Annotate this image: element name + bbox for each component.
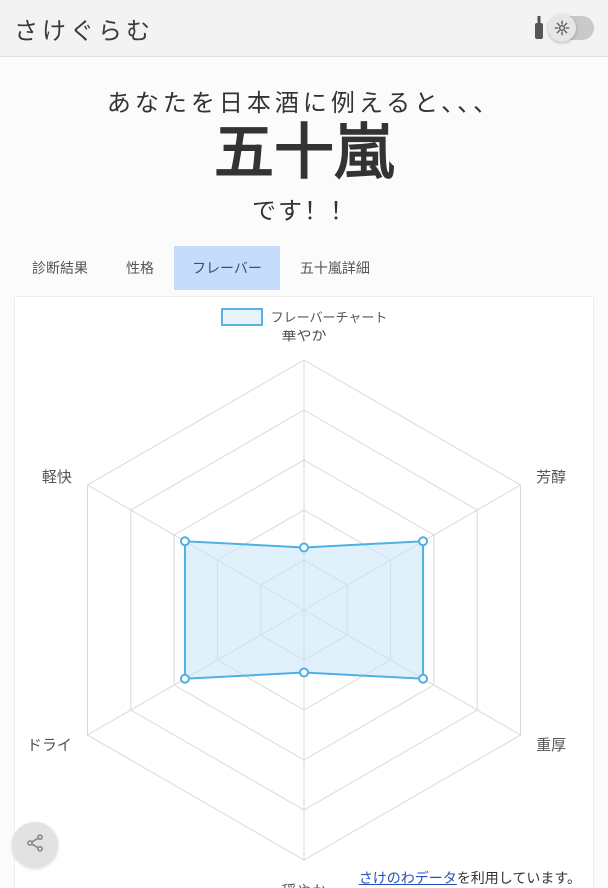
data-point	[419, 537, 427, 545]
legend-label: フレーバーチャート	[271, 307, 388, 326]
theme-toggle[interactable]	[550, 16, 594, 40]
data-polygon	[185, 541, 423, 679]
tab-personality[interactable]: 性格	[108, 246, 172, 290]
chart-card: フレーバーチャート 華やか芳醇重厚穏やか ドライ 軽快 さけのわデータを利用していま…	[14, 296, 594, 888]
data-point	[300, 544, 308, 552]
axis-label: 芳醇	[536, 469, 566, 486]
data-point	[181, 537, 189, 545]
tabs: 診断結果 性格 フレーバー 五十嵐詳細	[0, 246, 608, 290]
hero-intro: あなたを日本酒に例えると、、、	[10, 83, 598, 118]
radar-chart: 華やか芳醇重厚穏やか ドライ 軽快	[23, 330, 585, 888]
legend-swatch	[221, 308, 263, 326]
sake-bottle-icon	[534, 16, 544, 40]
hero-outro: です！！	[10, 191, 598, 226]
axis-label: 軽快	[42, 469, 72, 486]
app-header: さけぐらむ	[0, 0, 608, 57]
axis-label: 華やか	[281, 330, 326, 344]
axis-label: 穏やか	[281, 883, 326, 888]
credit-suffix: を利用しています。	[457, 870, 581, 886]
tab-diagnosis[interactable]: 診断結果	[14, 246, 106, 290]
axis-label: 重厚	[536, 737, 566, 754]
chart-legend: フレーバーチャート	[23, 307, 585, 326]
data-credit: さけのわデータを利用しています。	[359, 868, 581, 888]
hero: あなたを日本酒に例えると、、、 五十嵐 です！！	[0, 57, 608, 236]
tab-detail[interactable]: 五十嵐詳細	[282, 246, 388, 290]
axis-label: ドライ	[27, 737, 72, 754]
theme-toggle-group	[534, 16, 594, 40]
credit-link[interactable]: さけのわデータ	[359, 870, 457, 886]
share-icon	[25, 833, 45, 858]
data-point	[419, 675, 427, 683]
brand-title: さけぐらむ	[14, 11, 154, 46]
data-point	[181, 675, 189, 683]
toggle-knob	[548, 14, 576, 42]
tab-flavor[interactable]: フレーバー	[174, 246, 280, 290]
data-point	[300, 669, 308, 677]
share-button[interactable]	[12, 822, 58, 868]
hero-sake-name: 五十嵐	[10, 122, 598, 185]
